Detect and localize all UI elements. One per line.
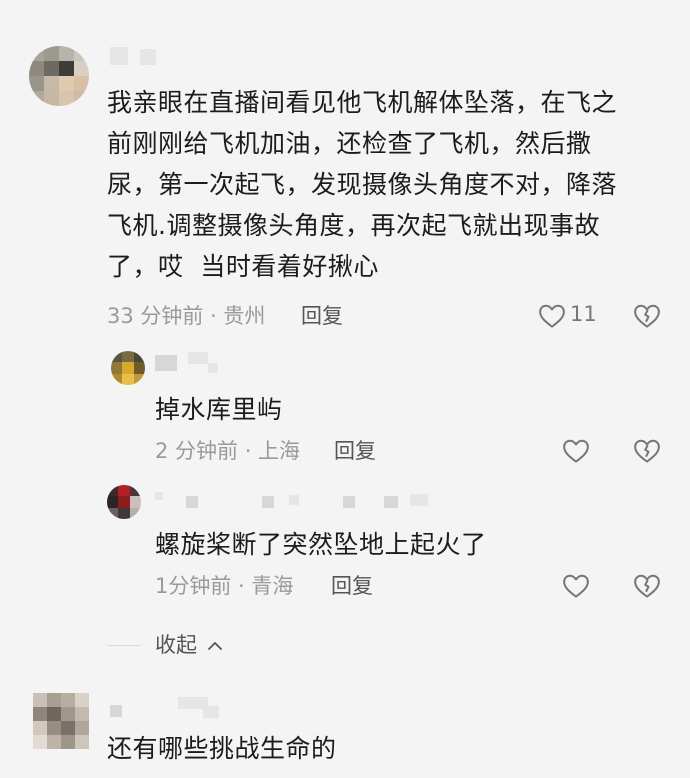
avatar[interactable]: [111, 351, 145, 385]
username-obscured: [186, 496, 198, 508]
username-obscured: [140, 49, 156, 65]
dislike-button[interactable]: [632, 571, 662, 601]
reply-button[interactable]: 回复: [331, 572, 373, 600]
username-obscured: [188, 352, 208, 364]
comment-line: 前刚刚给飞机加油，还检查了飞机，然后撒: [107, 129, 592, 158]
avatar[interactable]: [29, 46, 89, 106]
comment-line: 我亲眼在直播间看见他飞机解体坠落，在飞之: [107, 88, 618, 117]
username-obscured: [110, 705, 122, 717]
heart-icon: [561, 571, 591, 601]
collapse-divider: [107, 645, 141, 646]
avatar[interactable]: [107, 485, 141, 519]
reply-button[interactable]: 回复: [301, 302, 343, 330]
username-obscured: [343, 496, 355, 508]
broken-heart-icon: [632, 301, 662, 331]
comment-meta: 33 分钟前 · 贵州: [107, 304, 266, 328]
username-obscured: [155, 355, 177, 371]
comment-line: 飞机.调整摄像头角度，再次起飞就出现事故: [107, 211, 600, 240]
username-obscured: [110, 47, 128, 65]
username-obscured: [410, 494, 428, 506]
like-button[interactable]: 11: [537, 301, 617, 331]
username-obscured: [203, 706, 219, 718]
like-button[interactable]: [561, 436, 591, 466]
like-button[interactable]: [561, 571, 591, 601]
comment-text: 还有哪些挑战生命的: [107, 734, 337, 763]
username-obscured: [384, 496, 398, 508]
dislike-button[interactable]: [632, 436, 662, 466]
username-obscured: [155, 492, 163, 500]
dislike-button[interactable]: [632, 301, 662, 331]
heart-icon: [537, 301, 567, 331]
username-obscured: [208, 363, 218, 373]
reply-text: 螺旋桨断了突然坠地上起火了: [155, 530, 487, 559]
heart-icon: [561, 436, 591, 466]
reply-text: 掉水库里屿: [155, 395, 283, 424]
comment-line: 了，哎 当时看着好揪心: [107, 252, 379, 281]
username-obscured: [289, 495, 299, 505]
comment-line: 尿，第一次起飞，发现摄像头角度不对，降落: [107, 170, 618, 199]
collapse-label: 收起: [155, 633, 197, 657]
reply-meta: 1分钟前 · 青海: [155, 574, 294, 598]
like-count: 11: [570, 302, 597, 326]
reply-meta: 2 分钟前 · 上海: [155, 439, 301, 463]
reply-button[interactable]: 回复: [334, 437, 376, 465]
comment-text: 我亲眼在直播间看见他飞机解体坠落，在飞之 前刚刚给飞机加油，还检查了飞机，然后撒…: [107, 82, 667, 287]
avatar[interactable]: [33, 693, 89, 749]
collapse-button[interactable]: 收起: [155, 631, 225, 661]
broken-heart-icon: [632, 571, 662, 601]
chevron-up-icon: [205, 636, 225, 660]
broken-heart-icon: [632, 436, 662, 466]
username-obscured: [262, 496, 274, 508]
